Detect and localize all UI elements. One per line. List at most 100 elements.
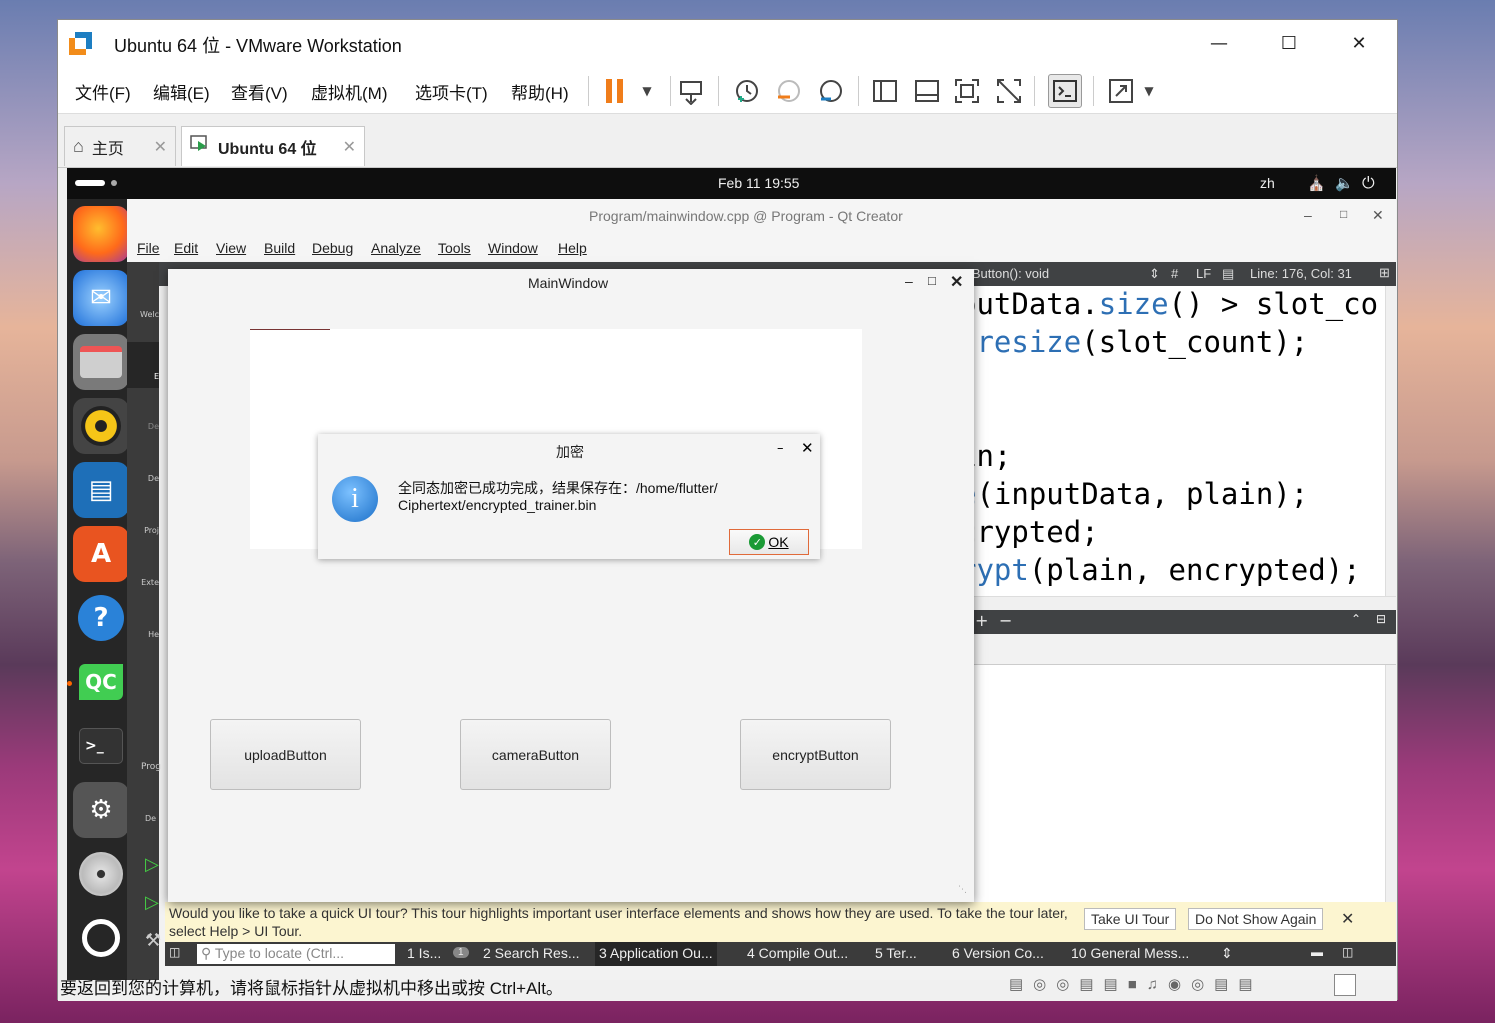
close-button[interactable]: ✕ xyxy=(1372,207,1384,224)
sidebar-toggle-icon[interactable] xyxy=(868,74,902,108)
qtcreator-icon[interactable]: QC xyxy=(73,654,129,710)
split-icon[interactable]: ⊞ xyxy=(1379,265,1390,281)
chevron-updown-icon[interactable]: ⇕ xyxy=(1221,945,1233,962)
menu-help[interactable]: 帮助(H) xyxy=(511,79,569,104)
output-tab-general[interactable]: 10 General Mess... xyxy=(1071,945,1189,961)
minimize-button[interactable]: – xyxy=(905,273,913,289)
file-icon[interactable]: ▤ xyxy=(1222,266,1234,282)
rhythmbox-icon[interactable] xyxy=(73,398,129,454)
menu-tools[interactable]: Tools xyxy=(438,240,471,256)
writer-icon[interactable]: ▤ xyxy=(73,462,129,518)
output-tab-search[interactable]: 2 Search Res... xyxy=(483,945,580,961)
camera-button[interactable]: cameraButton xyxy=(460,719,611,790)
guest-screen[interactable]: Feb 11 19:55 zh ⛪ 🔈 ⏻ ✉ ▤ A ? QC >_ ⚙ Pr… xyxy=(67,168,1396,980)
output-tab-vcs[interactable]: 6 Version Co... xyxy=(952,945,1044,961)
device-icons[interactable]: ▤◎◎▤▤■♫◉◎▤▤ xyxy=(1009,975,1263,993)
minimize-button[interactable]: – xyxy=(777,441,784,456)
menu-tabs[interactable]: 选项卡(T) xyxy=(415,79,488,104)
menu-file[interactable]: File xyxy=(137,240,160,256)
ok-button[interactable]: ✓ OK xyxy=(729,529,809,555)
output-scrollbar[interactable] xyxy=(1385,665,1396,914)
snapshot-icon[interactable] xyxy=(730,74,764,108)
editor-scrollbar[interactable] xyxy=(1385,286,1396,596)
tab-ubuntu[interactable]: Ubuntu 64 位 ✕ xyxy=(181,126,365,166)
right-sidebar-toggle-icon[interactable]: ◫ xyxy=(1342,945,1353,959)
debug-run-icon[interactable]: ▷ xyxy=(145,892,159,913)
power-icon[interactable]: ⏻ xyxy=(1362,173,1375,193)
close-button[interactable]: ✕ xyxy=(1324,26,1394,60)
menu-debug[interactable]: Debug xyxy=(312,240,353,256)
revert-snapshot-icon[interactable] xyxy=(772,74,806,108)
message-log-icon[interactable] xyxy=(1334,974,1356,996)
thumbnail-bar-icon[interactable] xyxy=(910,74,944,108)
close-button[interactable]: ✕ xyxy=(801,439,814,457)
minimize-button[interactable]: — xyxy=(1184,26,1254,60)
clock[interactable]: Feb 11 19:55 xyxy=(718,175,799,191)
code-editor[interactable]: outData.size() > slot_co .resize(slot_co… xyxy=(959,286,1385,596)
mode-projects[interactable]: Proj xyxy=(127,526,159,535)
send-ctrl-alt-del-icon[interactable] xyxy=(674,74,708,108)
output-pane[interactable] xyxy=(959,664,1396,914)
function-selector[interactable]: otButton(): void xyxy=(961,266,1049,281)
close-button[interactable]: ✕ xyxy=(950,272,963,292)
minimize-button[interactable]: – xyxy=(1304,207,1312,223)
terminal-icon[interactable]: >_ xyxy=(73,718,129,774)
disc-icon[interactable] xyxy=(73,846,129,902)
menu-help[interactable]: Help xyxy=(558,240,587,256)
menu-vm[interactable]: 虚拟机(M) xyxy=(311,79,387,104)
output-tab-application[interactable]: 3 Application Ou... xyxy=(595,942,717,966)
output-tab-issues[interactable]: 1 Is... xyxy=(407,945,441,961)
build-icon[interactable]: ⚒ xyxy=(145,930,161,951)
help-icon[interactable]: ? xyxy=(73,590,129,646)
snapshot-manager-icon[interactable] xyxy=(814,74,848,108)
encrypt-button[interactable]: encryptButton xyxy=(740,719,891,790)
minus-icon[interactable]: − xyxy=(999,611,1012,630)
chevron-updown-icon[interactable]: ⇕ xyxy=(1149,266,1160,282)
menu-view[interactable]: 查看(V) xyxy=(231,79,288,104)
editor-hscrollbar[interactable] xyxy=(959,596,1396,610)
workspace-indicator[interactable] xyxy=(75,180,105,186)
ubuntu-icon[interactable] xyxy=(73,910,129,966)
menu-edit[interactable]: Edit xyxy=(174,240,198,256)
line-ending[interactable]: LF xyxy=(1196,266,1211,281)
chevron-down-icon[interactable]: ▼ xyxy=(1132,74,1166,108)
maximize-button[interactable]: ☐ xyxy=(1254,26,1324,60)
bookmark-hash[interactable]: # xyxy=(1171,266,1178,281)
resize-grip-icon[interactable]: ⋱ xyxy=(958,885,967,895)
upload-button[interactable]: uploadButton xyxy=(210,719,361,790)
close-icon[interactable]: ✕ xyxy=(1341,909,1354,929)
menu-build[interactable]: Build xyxy=(264,240,295,256)
mode-help[interactable]: He xyxy=(127,630,159,639)
do-not-show-button[interactable]: Do Not Show Again xyxy=(1188,908,1324,930)
settings-icon[interactable]: ⚙ xyxy=(73,782,129,838)
network-icon[interactable]: ⛪ xyxy=(1307,174,1326,192)
cursor-position[interactable]: Line: 176, Col: 31 xyxy=(1250,266,1352,281)
input-method[interactable]: zh xyxy=(1260,175,1275,191)
thunderbird-icon[interactable]: ✉ xyxy=(73,270,129,326)
mode-debug[interactable]: De xyxy=(127,474,159,483)
maximize-button[interactable]: □ xyxy=(1340,207,1347,221)
menu-window[interactable]: Window xyxy=(488,240,538,256)
take-tour-button[interactable]: Take UI Tour xyxy=(1084,908,1177,930)
maximize-button[interactable]: □ xyxy=(928,273,936,288)
files-icon[interactable] xyxy=(73,334,129,390)
sidebar-toggle-icon[interactable]: ◫ xyxy=(169,945,180,959)
mode-extensions[interactable]: Exte xyxy=(127,578,159,587)
locator-input[interactable]: ⚲ Type to locate (Ctrl... xyxy=(197,944,395,964)
chevron-down-icon[interactable]: ▼ xyxy=(630,74,664,108)
close-icon[interactable]: ✕ xyxy=(343,137,356,157)
menu-analyze[interactable]: Analyze xyxy=(371,240,421,256)
mode-edit[interactable]: E xyxy=(127,342,159,388)
progress-toggle-icon[interactable]: ▬ xyxy=(1311,945,1323,959)
mode-welcome[interactable]: Welc xyxy=(127,310,159,319)
close-icon[interactable]: ✕ xyxy=(154,137,167,157)
volume-icon[interactable]: 🔈 xyxy=(1335,174,1354,192)
run-icon[interactable]: ▷ xyxy=(145,854,159,875)
menu-file[interactable]: 文件(F) xyxy=(75,79,131,104)
fullscreen-icon[interactable] xyxy=(950,74,984,108)
plus-icon[interactable]: + xyxy=(975,611,988,630)
firefox-icon[interactable] xyxy=(73,206,129,262)
mode-design[interactable]: De xyxy=(127,422,159,431)
pause-icon[interactable] xyxy=(598,74,632,108)
output-tab-terminal[interactable]: 5 Ter... xyxy=(875,945,917,961)
